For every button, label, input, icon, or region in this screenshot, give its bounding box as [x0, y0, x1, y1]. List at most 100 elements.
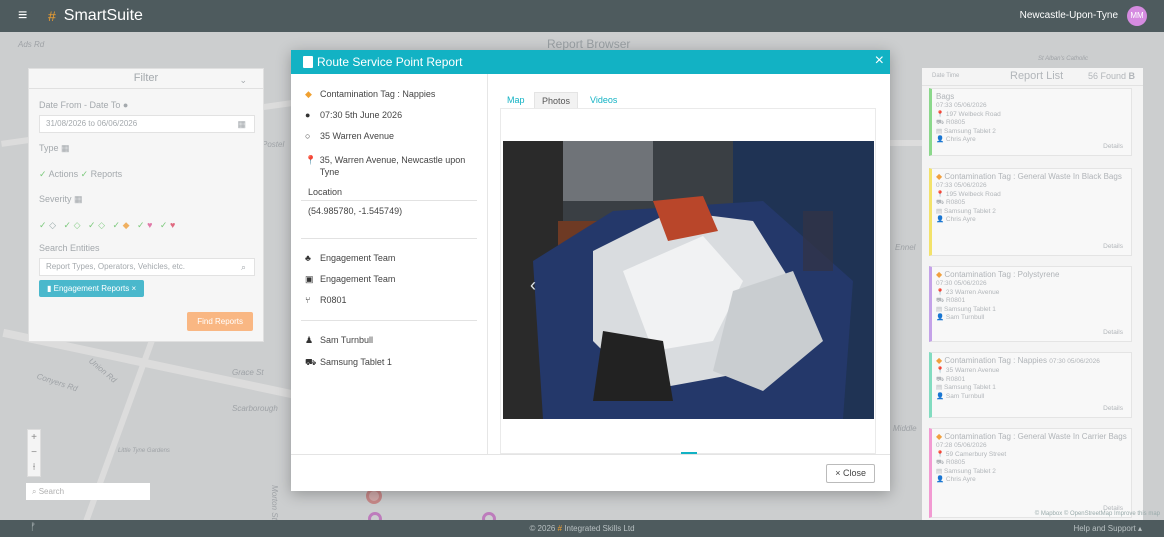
severity-label-text: Severity — [39, 194, 72, 204]
chip-label: Engagement Reports — [53, 284, 130, 293]
location-pin-icon[interactable]: ⍿ — [28, 460, 40, 475]
report-card-title: ◆ Contamination Tag : General Waste In B… — [936, 171, 1127, 182]
close-icon[interactable]: × — [875, 52, 884, 70]
user-icon: ♟ — [305, 335, 314, 345]
filter-header[interactable]: Filter ⌄ — [29, 69, 263, 89]
engagement-reports-chip[interactable]: ▮ Engagement Reports × — [39, 280, 145, 297]
zoom-out-button[interactable]: − — [28, 445, 40, 460]
check-icon[interactable]: ✓ — [81, 169, 89, 179]
modal-footer: × Close — [291, 454, 890, 491]
report-card-address-text: 197 Welbeck Road — [945, 110, 1001, 118]
close-icon[interactable]: × — [131, 284, 136, 293]
search-icon: ⌕ — [32, 487, 37, 496]
zoom-in-button[interactable]: + — [28, 430, 40, 445]
clock-icon: ● — [305, 110, 311, 120]
report-card-device-text: Samsung Tablet 2 — [943, 467, 996, 475]
search-entities-input[interactable]: Report Types, Operators, Vehicles, etc. ⌕ — [39, 258, 255, 276]
chevron-down-icon[interactable]: ⌄ — [239, 71, 247, 89]
copyright-text: © 2026 — [529, 524, 556, 533]
type-option-actions[interactable]: Actions — [49, 169, 79, 179]
tab-map[interactable]: Map — [500, 92, 532, 108]
report-card-title-text: Contamination Tag : General Waste In Bla… — [944, 172, 1122, 181]
shield-icon: ◆ — [122, 220, 130, 230]
check-icon[interactable]: ✓ — [39, 169, 47, 179]
truck-icon: ⛟ — [305, 357, 317, 367]
team-row: ♣ Engagement Team — [305, 252, 483, 264]
check-icon[interactable]: ✓ — [64, 220, 72, 230]
app-root: Ads Rd Postel Conyers Rd Union Rd Grace … — [0, 0, 1164, 537]
report-card-device-text: Samsung Tablet 1 — [943, 384, 996, 391]
check-icon[interactable]: ✓ — [113, 220, 121, 230]
check-icon[interactable]: ✓ — [160, 220, 168, 230]
find-reports-button[interactable]: Find Reports — [187, 312, 253, 331]
check-icon[interactable]: ✓ — [88, 220, 96, 230]
report-card-device-text: Samsung Tablet 1 — [943, 305, 996, 313]
report-details: ◆ Contamination Tag : Nappies ● 07:30 5th … — [291, 74, 488, 454]
page-title: Report Browser — [547, 37, 631, 51]
report-card-address-text: 23 Warren Avenue — [945, 288, 1000, 296]
report-card[interactable]: ◆ Contamination Tag : Polystyrene 07:30 … — [929, 266, 1132, 342]
report-card[interactable]: ◆ Contamination Tag : Nappies 07:30 05/0… — [929, 352, 1132, 418]
date-range-input[interactable]: 31/08/2026 to 06/06/2026 ▦ — [39, 115, 255, 133]
report-card-title-text: Contamination Tag : Polystyrene — [944, 270, 1060, 279]
details-link[interactable]: Details — [1103, 143, 1123, 152]
team2-text: Engagement Team — [320, 274, 396, 284]
search-icon[interactable]: ⌕ — [241, 259, 246, 275]
help-support-link[interactable]: Help and Support ▴ — [1073, 524, 1142, 533]
search-entities-label: Search Entities — [39, 243, 100, 253]
report-card-vehicle: ⛟ R0805 — [936, 119, 966, 126]
details-link[interactable]: Details — [1103, 243, 1123, 252]
report-card-device: ▤ Samsung Tablet 1 — [936, 384, 996, 391]
type-option-reports[interactable]: Reports — [91, 169, 123, 179]
user-avatar[interactable]: MM — [1127, 6, 1147, 26]
report-card-user-text: Sam Turnbull — [945, 314, 985, 321]
calendar-icon[interactable]: ▦ — [237, 116, 246, 132]
check-icon[interactable]: ✓ — [137, 220, 145, 230]
location-label: Location — [308, 187, 343, 197]
info-icon: ● — [122, 100, 129, 110]
address-row: ○ 35 Warren Avenue — [305, 130, 483, 142]
shield-icon: ◆ — [305, 89, 312, 99]
report-card-vehicle-text: R0805 — [945, 199, 966, 206]
report-card-address-text: 35 Warren Avenue — [945, 367, 1000, 374]
report-card[interactable]: ◆ Contamination Tag : General Waste In B… — [929, 168, 1132, 256]
export-icon[interactable]: B — [1129, 71, 1136, 81]
divider — [301, 320, 477, 321]
close-button[interactable]: × Close — [826, 464, 875, 483]
shield-icon: ◆ — [936, 356, 943, 365]
search-entities-placeholder: Report Types, Operators, Vehicles, etc. — [46, 262, 186, 271]
tab-videos[interactable]: Videos — [583, 92, 624, 108]
shield-icon: ◇ — [73, 220, 81, 230]
report-card-user-text: Chris Ayre — [945, 216, 976, 223]
check-icon[interactable]: ✓ — [39, 220, 47, 230]
shield-icon: ♥ — [147, 220, 153, 230]
datetime-text: 07:30 5th June 2026 — [320, 110, 403, 120]
type-options: ✓ Actions ✓ Reports — [39, 169, 122, 180]
report-card-vehicle-text: R0801 — [945, 375, 966, 383]
route-icon: ⑂ — [305, 295, 311, 305]
app-title: SmartSuite — [63, 7, 143, 24]
top-bar: ≡ # SmartSuite Newcastle-Upon-Tyne MM — [0, 0, 1164, 32]
map-attribution[interactable]: © Mapbox © OpenStreetMap Improve this ma… — [1035, 511, 1160, 517]
details-link[interactable]: Details — [1103, 329, 1123, 338]
report-card[interactable]: ◆ Contamination Tag : General Waste In C… — [929, 428, 1132, 518]
tab-photos[interactable]: Photos — [534, 92, 579, 108]
previous-photo-arrow[interactable]: ‹ — [530, 275, 536, 296]
sort-date-time[interactable]: Date Time — [932, 73, 959, 79]
map-search-input[interactable]: ⌕ Search — [26, 483, 150, 500]
document-icon — [303, 56, 313, 68]
tag-row: ◆ Contamination Tag : Nappies — [305, 88, 483, 100]
menu-icon[interactable]: ≡ — [18, 7, 34, 25]
coordinates: (54.985780, -1.545749) — [308, 206, 403, 216]
map-search-placeholder: Search — [38, 487, 65, 496]
report-card-address-text: 195 Welbeck Road — [945, 190, 1001, 198]
vehicle-text: R0801 — [320, 295, 347, 305]
report-card-title: ◆ Contamination Tag : Polystyrene — [936, 269, 1127, 280]
modal-title: Route Service Point Report — [317, 55, 463, 69]
location-selector[interactable]: Newcastle-Upon-Tyne — [1020, 10, 1118, 21]
report-card-device-text: Samsung Tablet 2 — [943, 127, 996, 135]
report-card[interactable]: Bags 07:33 05/06/2026 📍 197 Welbeck Road… — [929, 88, 1132, 156]
type-label-text: Type — [39, 143, 59, 153]
footer-copyright: © 2026 # Integrated Skills Ltd — [0, 524, 1164, 533]
details-link[interactable]: Details — [1103, 405, 1123, 414]
